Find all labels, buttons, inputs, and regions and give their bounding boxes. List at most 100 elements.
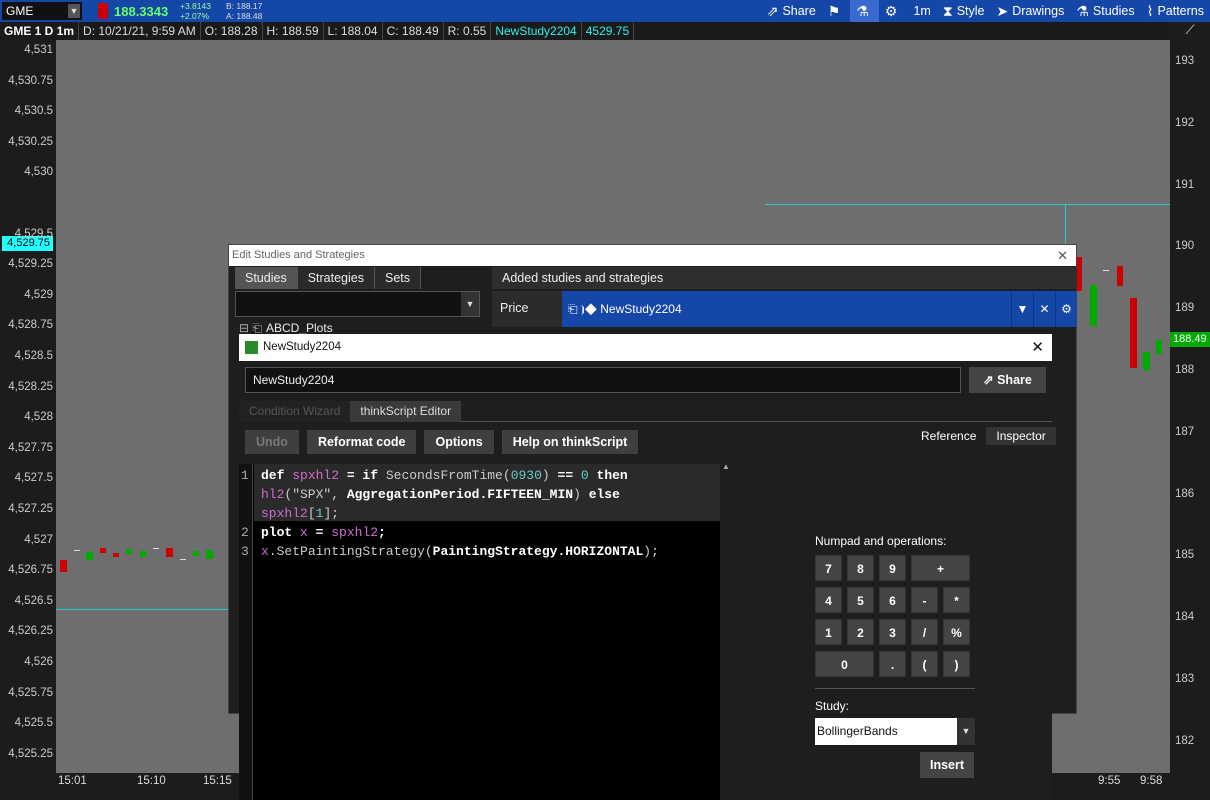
timeframe-button[interactable]: 1m [907,0,936,22]
tab-reference[interactable]: Reference [911,427,986,445]
code-line: x.SetPaintingStrategy(PaintingStrategy.H… [261,544,659,559]
chevron-down-icon[interactable]: ▼ [68,4,80,18]
patterns-icon: ⌇ [1146,2,1154,19]
numpad-key[interactable]: ) [943,651,970,677]
study-editor-titlebar: NewStudy2204 ✕ [239,334,1052,361]
left-axis-tick: 4,527 [24,533,53,546]
insert-button[interactable]: Insert [920,752,974,778]
patterns-label: Patterns [1157,4,1204,18]
left-axis-tick: 4,528 [24,411,53,424]
candle [193,551,199,556]
numpad-key[interactable]: 2 [847,619,874,645]
numpad-key[interactable]: 6 [879,587,906,613]
numpad-key[interactable]: 5 [847,587,874,613]
right-axis-tick: 186 [1175,487,1195,500]
study-search-input[interactable]: ▼ [235,291,480,317]
studies-button[interactable]: ⚗ Studies [1070,0,1140,22]
symbol-field[interactable]: GME ▼ [2,2,82,20]
tab-studies[interactable]: Studies [235,267,298,289]
bar-low: L: 188.04 [324,22,383,40]
chart-tool-icon[interactable]: ⟋ [1170,22,1210,40]
study-select[interactable]: BollingerBands ▼ [815,718,975,745]
numpad-key[interactable]: ( [911,651,938,677]
numpad-key[interactable]: . [879,651,906,677]
last-price: 188.3343 [114,3,169,19]
patterns-button[interactable]: ⌇ Patterns [1141,0,1210,22]
help-button[interactable]: Help on thinkScript [501,430,639,454]
numpad-key[interactable]: 4 [815,587,842,613]
gear-icon[interactable]: ⚙ [1055,291,1077,327]
flask-icon: ⚗ [1076,2,1089,19]
right-axis-tick: 191 [1175,178,1195,191]
left-axis-tick: 4,525.75 [8,686,53,699]
tab-thinkscript-editor[interactable]: thinkScript Editor [350,401,462,422]
edit-studies-title: Edit Studies and Strategies [232,249,365,261]
numpad-key[interactable]: * [943,587,970,613]
numpad-key[interactable]: % [943,619,970,645]
code-scrollbar[interactable]: ▲ [720,462,732,800]
tab-sets[interactable]: Sets [374,267,421,289]
numpad-key[interactable]: + [911,555,970,581]
tab-strategies[interactable]: Strategies [297,267,375,289]
time-tick: 15:10 [137,775,166,787]
code-editor[interactable]: 1 2 3 def spxhl2 = if SecondsFromTime(09… [239,464,720,800]
time-tick: 9:55 [1098,775,1121,787]
numpad-key[interactable]: 8 [847,555,874,581]
drawings-button[interactable]: ➤ Drawings [990,0,1070,22]
close-icon[interactable]: ✕ [1031,334,1044,361]
right-price-axis: 188.49 193 192 191 190 189 188 187 186 185 184 183… [1170,40,1210,773]
editor-tabs: Condition Wizard thinkScript Editor [239,401,1052,422]
chevron-down-icon[interactable]: ▼ [1011,291,1033,327]
style-label: Style [956,4,985,18]
left-axis-tick: 4,527.5 [14,472,53,485]
studies-tabs: Studies Strategies Sets [235,267,421,289]
study-select-value: BollingerBands [817,724,898,738]
left-axis-tick: 4,525.5 [14,717,53,730]
options-button[interactable]: Options [424,430,494,454]
timeframe-label: 1m [913,4,931,18]
remove-icon[interactable]: ✕ [1033,291,1055,327]
numpad-key[interactable]: 0 [815,651,874,677]
share-button[interactable]: ⇗ Share [969,367,1046,393]
right-axis-tick: 192 [1175,116,1195,129]
flag-icon: ⚑ [827,2,841,19]
candle [166,548,173,557]
numpad-key[interactable]: 3 [879,619,906,645]
study-value: 4529.75 [582,22,635,40]
numpad-key[interactable]: 7 [815,555,842,581]
alert-flag-icon[interactable] [98,3,108,19]
close-icon[interactable]: ✕ [1057,245,1068,266]
selected-study[interactable]: ⎗ ⦘◆ NewStudy2204 [562,291,1077,327]
numpad-key[interactable]: 9 [879,555,906,581]
numpad-key[interactable]: - [911,587,938,613]
left-axis-tick: 4,531 [24,44,53,56]
price-study-row: Price ⎗ ⦘◆ NewStudy2204 ▼ ✕ ⚙ [492,291,1077,327]
tab-inspector[interactable]: Inspector [986,427,1056,445]
cursor-icon: ➤ [996,2,1009,19]
study-name-field[interactable]: NewStudy2204 [245,367,961,393]
share-button[interactable]: ⇗ Share [761,0,822,22]
chevron-down-icon[interactable]: ▼ [957,718,975,745]
undo-button[interactable]: Undo [245,430,299,454]
flag-button[interactable]: ⚑ [822,0,851,22]
price-change: +3.8143 +2.07% [180,1,220,21]
reformat-button[interactable]: Reformat code [306,430,417,454]
right-axis-tick: 182 [1175,734,1195,747]
study-editor-title: NewStudy2204 [263,341,341,353]
left-axis-tick: 4,527.25 [8,503,53,515]
settings-button[interactable]: ⚙ [879,0,908,22]
right-axis-tick: 190 [1175,240,1195,253]
right-axis-tick: 185 [1175,549,1195,562]
numpad-key[interactable]: 1 [815,619,842,645]
share-icon: ⇗ [983,373,998,387]
chevron-down-icon[interactable]: ▼ [461,292,479,316]
bid-ask: B: 188.17 A: 188.48 [226,1,276,21]
line-gutter: 1 2 3 [239,464,253,800]
tab-condition-wizard[interactable]: Condition Wizard [239,401,351,422]
style-button[interactable]: ⧗ Style [937,0,991,22]
candle [1143,352,1150,370]
beaker-button[interactable]: ⚗ [850,0,879,22]
numpad-key[interactable]: / [911,619,938,645]
chart-title: GME 1 D 1m [0,22,80,40]
numpad-label: Numpad and operations: [815,534,947,548]
